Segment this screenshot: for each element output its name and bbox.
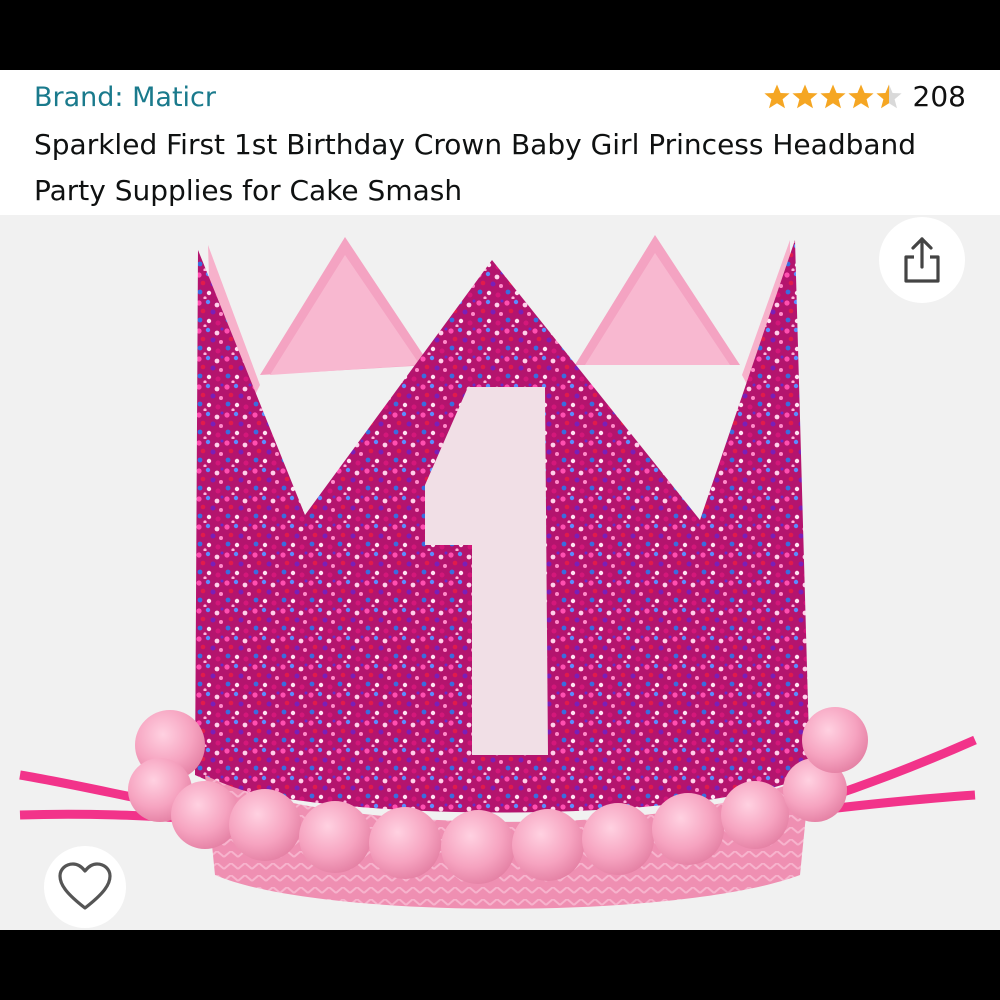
bottom-bar: [0, 930, 1000, 1000]
star-icon: [791, 84, 818, 109]
brand-link[interactable]: Brand: Maticr: [34, 82, 216, 113]
rating-summary[interactable]: 208: [763, 80, 966, 113]
share-button[interactable]: [879, 217, 965, 303]
star-icon: [819, 84, 846, 109]
product-title: Sparkled First 1st Birthday Crown Baby G…: [34, 128, 917, 207]
review-count: 208: [912, 80, 966, 113]
star-icon: [763, 84, 790, 109]
status-bar: [0, 0, 1000, 70]
star-icon: [847, 84, 874, 109]
product-image-area[interactable]: [0, 215, 1000, 930]
product-image[interactable]: [0, 215, 1000, 930]
share-icon: [904, 237, 940, 283]
heart-outline-icon: [58, 862, 112, 910]
favorite-button[interactable]: [44, 846, 126, 928]
star-rating: [763, 83, 903, 110]
star-icon: [875, 84, 902, 109]
